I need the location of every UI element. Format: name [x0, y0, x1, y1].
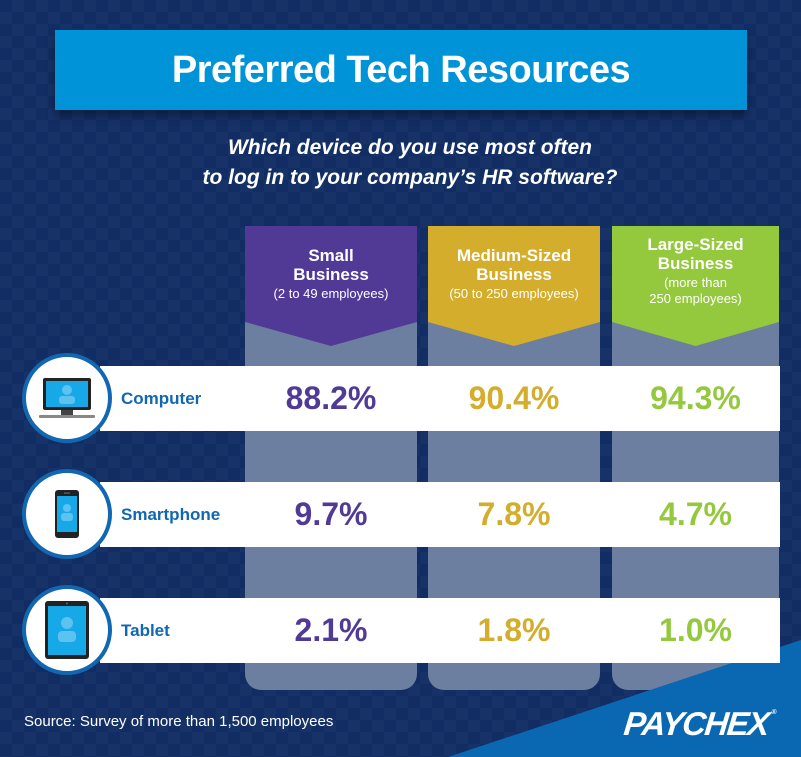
row-label: Tablet	[121, 621, 170, 640]
logo-text: PAYCHEX	[622, 705, 771, 742]
smartphone-icon	[22, 469, 112, 559]
value-medium: 7.8%	[477, 496, 551, 532]
tablet-icon	[22, 585, 112, 675]
value-medium: 1.8%	[477, 612, 551, 648]
value-large: 94.3%	[650, 380, 741, 416]
row-label: Smartphone	[121, 505, 221, 524]
value-large: 4.7%	[659, 496, 732, 532]
row-label: Computer	[121, 389, 202, 408]
value-small: 2.1%	[294, 612, 368, 648]
registered-mark: ®	[770, 709, 776, 716]
value-small: 88.2%	[285, 380, 377, 416]
value-medium: 90.4%	[468, 380, 560, 416]
computer-icon	[22, 353, 112, 443]
source-note: Source: Survey of more than 1,500 employ…	[24, 713, 334, 730]
value-large: 1.0%	[659, 612, 732, 648]
value-small: 9.7%	[294, 496, 368, 532]
paychex-logo: PAYCHEX®	[622, 705, 776, 743]
